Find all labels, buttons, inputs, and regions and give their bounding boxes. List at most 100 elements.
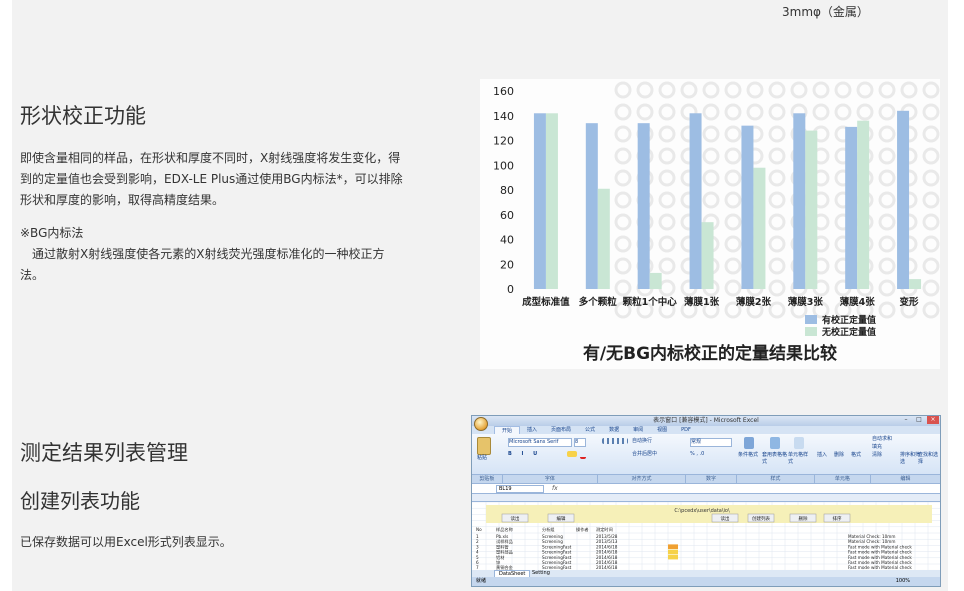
bg-correction-chart: 0 20 40 60 80 100 120 140 160 成型标准值 多个颗粒 颗粒1个中心 薄膜1… <box>480 79 940 369</box>
close-icon[interactable]: × <box>927 416 939 424</box>
status-bar: 就绪 100% <box>472 577 940 586</box>
conditional-format-button[interactable]: 条件格式 <box>738 452 758 459</box>
align-icon[interactable] <box>602 438 628 444</box>
y-tick-label: 160 <box>493 85 514 98</box>
y-tick-label: 140 <box>493 110 514 123</box>
tab-home[interactable]: 开始 <box>494 426 521 434</box>
legend-swatch <box>805 327 817 336</box>
desc-line: 即使含量相同的样品，在形状和厚度不同时，X射线强度将发生变化，得 <box>20 151 401 165</box>
sheet-tab-setting[interactable]: Setting <box>528 570 554 577</box>
office-button-icon[interactable] <box>474 417 488 431</box>
x-tick-label: 薄膜4张 <box>839 296 876 308</box>
bar-uncorrected <box>597 188 610 289</box>
table-format-button[interactable]: 套用表格格式 <box>762 452 788 466</box>
header-cell: 测定时间 <box>596 526 613 533</box>
paste-button[interactable]: 粘贴 <box>477 455 487 462</box>
bar-corrected <box>897 110 910 289</box>
font-size-select[interactable]: 8 <box>574 438 586 447</box>
bar-corrected <box>689 113 702 290</box>
note-line: 通过散射X射线强度使各元素的X射线荧光强度标准化的一种校正方 <box>20 247 385 261</box>
header-cell: No <box>476 527 482 532</box>
x-tick-label: 薄膜2张 <box>735 296 772 308</box>
sheet-button-label: 读出 <box>721 515 730 522</box>
top-note: 3mmφ（金属） <box>782 5 869 19</box>
fill-button[interactable]: 填充 <box>872 444 882 451</box>
x-tick-label: 变形 <box>900 296 920 308</box>
sheet-button-label: 排序 <box>833 515 842 522</box>
format-cells-button[interactable]: 格式 <box>851 452 861 459</box>
desc-line: 到的定量值也会受到影响，EDX-LE Plus通过使用BG内标法*，可以排除 <box>20 172 403 186</box>
group-font: 字体 <box>503 475 598 483</box>
sheet-tabs: DataSheet Setting <box>472 570 940 579</box>
ribbon-tabs: 开始 插入 页面布局 公式 数据 审阅 视图 PDF <box>472 426 940 434</box>
group-styles: 样式 <box>737 475 816 483</box>
x-tick-label: 薄膜1张 <box>683 296 720 308</box>
legend-swatch <box>805 315 817 324</box>
header-cell: 样品名称 <box>496 526 513 533</box>
tab-view[interactable]: 视图 <box>650 426 674 434</box>
font-color-icon[interactable] <box>580 451 586 459</box>
tab-pdf[interactable]: PDF <box>674 426 698 434</box>
bg-method-note: ※BG内标法 通过散射X射线强度使各元素的X射线荧光强度标准化的一种校正方 法。 <box>20 223 384 286</box>
cell-style-button[interactable]: 单元格样式 <box>788 452 812 466</box>
bar-uncorrected <box>753 167 766 289</box>
bar-corrected <box>741 125 754 290</box>
section-heading-result-list: 测定结果列表管理 <box>20 441 188 465</box>
cell-style-icon[interactable] <box>794 437 804 449</box>
chart-title: 有/无BG内标校正的定量结果比较 <box>583 343 837 364</box>
data-path: C:\pcedx\user\data\io\ <box>674 508 730 514</box>
note-title: ※BG内标法 <box>20 226 84 240</box>
y-tick-label: 0 <box>507 283 514 296</box>
bar-corrected <box>533 113 546 290</box>
section-heading-shape-correction: 形状校正功能 <box>20 104 146 128</box>
paste-icon[interactable] <box>477 437 491 455</box>
excel-window: 表示窗口 [兼容模式] - Microsoft Excel – □ × 开始 插… <box>471 415 941 587</box>
sort-filter-button[interactable]: 排序和筛选 <box>900 452 920 466</box>
table-format-icon[interactable] <box>770 437 780 449</box>
merge-center-button[interactable]: 合并后居中 <box>632 451 657 458</box>
autosum-button[interactable]: 自动求和 <box>872 436 892 443</box>
tab-review[interactable]: 审阅 <box>626 426 650 434</box>
zoom-level: 100% <box>895 578 910 584</box>
minimize-icon[interactable]: – <box>900 416 912 424</box>
tab-data[interactable]: 数据 <box>602 426 626 434</box>
insert-cells-button[interactable]: 插入 <box>817 452 827 459</box>
excel-title: 表示窗口 [兼容模式] - Microsoft Excel <box>653 417 759 424</box>
excel-titlebar: 表示窗口 [兼容模式] - Microsoft Excel – □ × <box>472 416 940 431</box>
y-tick-label: 20 <box>500 258 514 271</box>
number-format-icons[interactable]: % , .0 <box>690 451 704 458</box>
chart-svg: 0 20 40 60 80 100 120 140 160 成型标准值 多个颗粒 颗粒1个中心 薄膜1… <box>493 79 940 364</box>
wrap-text-button[interactable]: 自动换行 <box>632 438 652 445</box>
tab-formulas[interactable]: 公式 <box>578 426 602 434</box>
find-select-button[interactable]: 查找和选择 <box>918 452 938 466</box>
header-cell: 操作者 <box>576 526 589 533</box>
ribbon: 粘贴 Microsoft Sans Serif 8 B I U 自动换行 合并后… <box>472 434 940 475</box>
subheading-create-list: 创建列表功能 <box>20 489 140 513</box>
name-box[interactable]: BL19 <box>496 485 544 493</box>
delete-cells-button[interactable]: 删除 <box>834 452 844 459</box>
bar-corrected <box>637 123 650 289</box>
desc-line: 形状和厚度的影响，取得高精度结果。 <box>20 193 225 207</box>
tab-insert[interactable]: 插入 <box>520 426 544 434</box>
bar-uncorrected <box>909 279 922 289</box>
tab-page-layout[interactable]: 页面布局 <box>544 426 578 434</box>
fx-icon[interactable]: fx <box>552 485 558 492</box>
fill-color-icon[interactable] <box>567 451 577 457</box>
y-tick-label: 120 <box>493 135 514 148</box>
font-name-select[interactable]: Microsoft Sans Serif <box>508 438 572 447</box>
legend-label: 无校正定量值 <box>821 326 876 338</box>
clear-button[interactable]: 清除 <box>872 452 882 459</box>
maximize-icon[interactable]: □ <box>913 416 925 424</box>
bar-uncorrected <box>857 120 870 289</box>
highlight-cell <box>668 549 678 555</box>
note-line: 法。 <box>20 268 45 282</box>
font-style-buttons[interactable]: B I U <box>508 451 541 458</box>
bar-corrected <box>793 113 806 290</box>
header-cell: 分析组 <box>542 526 555 533</box>
conditional-format-icon[interactable] <box>744 437 754 449</box>
highlight-cell <box>668 544 678 549</box>
group-cells: 单元格 <box>815 475 871 483</box>
bar-uncorrected <box>701 222 714 289</box>
number-format-select[interactable]: 常规 <box>690 438 732 447</box>
sheet-button-label: 创建列表 <box>752 515 770 522</box>
